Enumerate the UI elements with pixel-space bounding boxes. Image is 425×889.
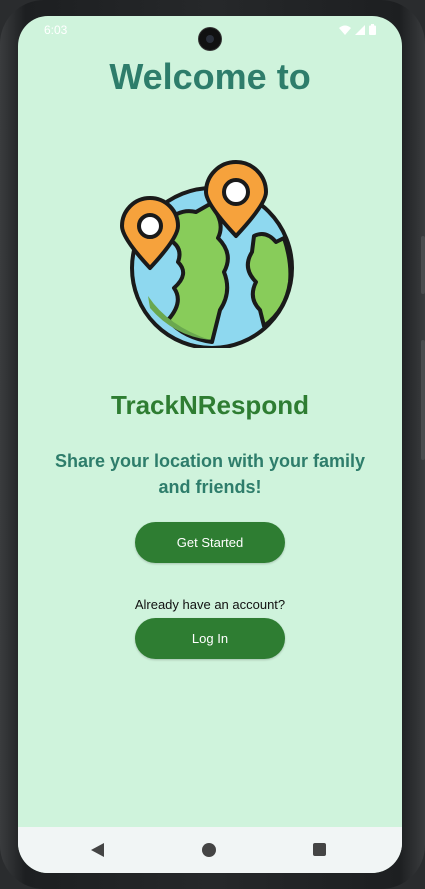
app-name: TrackNRespond (111, 390, 309, 420)
battery-icon (369, 24, 376, 35)
welcome-title: Welcome to (109, 56, 311, 97)
app-screen: 6:03 Welcome to TrackNRespond Share your… (18, 16, 402, 873)
home-icon[interactable] (202, 843, 216, 857)
account-prompt: Already have an account? (134, 597, 286, 612)
tagline: Share your location with your family and… (54, 451, 366, 497)
power-button (421, 236, 425, 294)
status-icons (339, 24, 376, 35)
phone-frame: 6:03 Welcome to TrackNRespond Share your… (0, 0, 425, 889)
wifi-icon (339, 25, 351, 35)
globe-with-location-pins-icon (120, 160, 294, 348)
front-camera (199, 28, 221, 50)
get-started-button[interactable]: Get Started (135, 522, 285, 563)
recents-icon[interactable] (313, 843, 326, 856)
system-navigation-bar (18, 827, 402, 873)
status-time: 6:03 (44, 23, 68, 37)
signal-icon (355, 24, 365, 35)
volume-button (421, 340, 425, 460)
back-icon[interactable] (91, 843, 104, 857)
login-button[interactable]: Log In (135, 618, 285, 659)
